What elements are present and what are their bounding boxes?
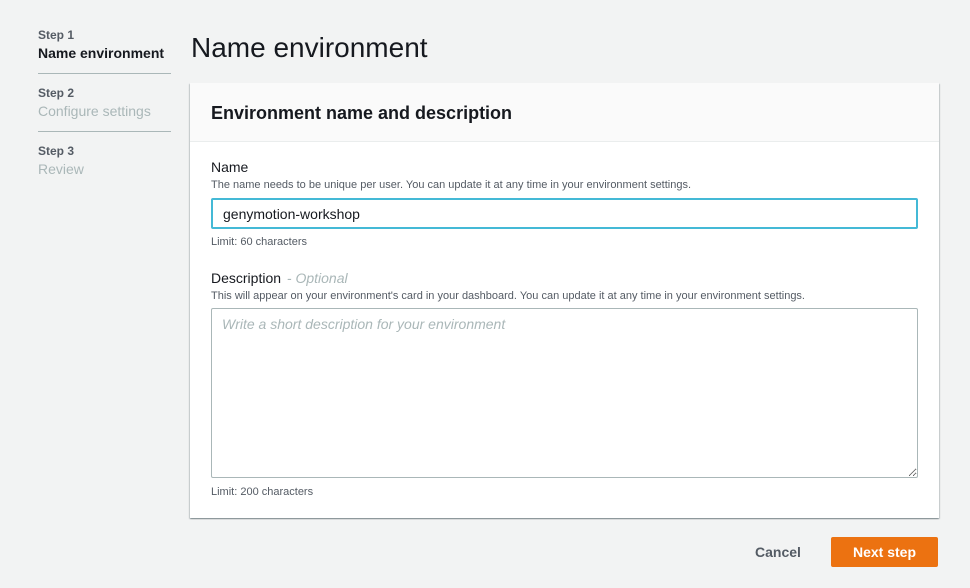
description-textarea[interactable] [211,308,918,478]
card-header: Environment name and description [190,83,939,142]
description-field-group: Description - Optional This will appear … [211,269,918,500]
page-title: Name environment [191,32,428,63]
wizard-step-3: Step 3 Review [38,141,171,189]
step-label: Configure settings [38,103,151,119]
step-number: Step 3 [38,144,75,158]
name-label: Name [211,159,249,175]
description-label: Description - Optional [211,269,918,287]
name-field-group: Name The name needs to be unique per use… [211,158,918,250]
description-limit: Limit: 200 characters [211,486,314,498]
name-hint: The name needs to be unique per user. Yo… [211,179,692,191]
name-limit: Limit: 60 characters [211,236,307,248]
description-label-text: Description [211,270,282,286]
card-body: Name The name needs to be unique per use… [190,142,939,500]
next-step-button[interactable]: Next step [831,537,938,567]
step-number: Step 2 [38,86,75,100]
cancel-button[interactable]: Cancel [744,537,812,567]
name-input[interactable] [211,198,918,229]
step-number: Step 1 [38,28,75,42]
description-hint: This will appear on your environment's c… [211,290,805,302]
wizard-steps-nav: Step 1 Name environment Step 2 Configure… [38,25,171,198]
card-title: Environment name and description [211,103,513,123]
environment-details-card: Environment name and description Name Th… [190,83,939,518]
wizard-step-2: Step 2 Configure settings [38,83,171,132]
step-label: Name environment [38,45,165,61]
step-label: Review [38,161,84,177]
wizard-step-1[interactable]: Step 1 Name environment [38,25,171,74]
optional-tag: - Optional [286,270,348,286]
